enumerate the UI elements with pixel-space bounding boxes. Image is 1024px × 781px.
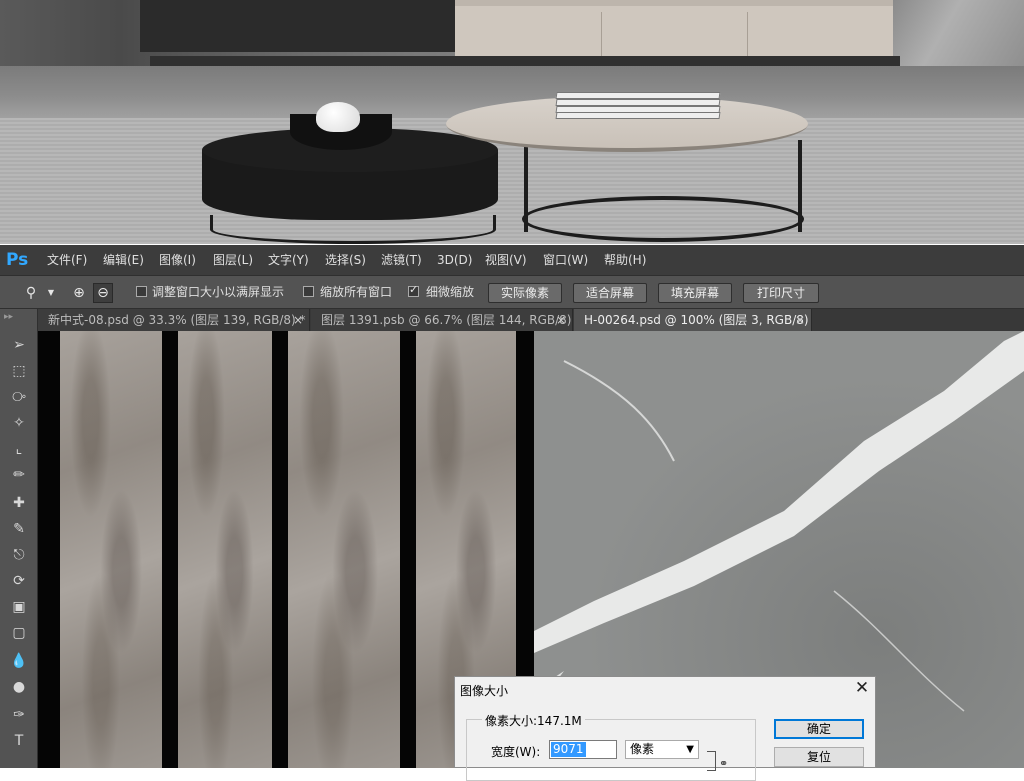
- close-icon[interactable]: ×: [556, 309, 566, 331]
- menu-layer[interactable]: 图层(L): [213, 245, 253, 275]
- marble-wall-panel: [893, 0, 1024, 66]
- menu-window[interactable]: 窗口(W): [543, 245, 588, 275]
- options-bar: ⚲ ▼ ⊕ ⊖ 调整窗口大小以满屏显示 缩放所有窗口 细微缩放 实际像素 适合屏…: [0, 275, 1024, 309]
- scrubby-zoom-label: 细微缩放: [426, 285, 475, 299]
- zoom-all-windows-label: 缩放所有窗口: [320, 285, 393, 299]
- pixel-size-label: 像素大小:147.1M: [482, 712, 585, 729]
- link-icon: ⚭: [719, 757, 729, 770]
- width-unit-select[interactable]: 像素 ▼: [625, 740, 699, 759]
- wood-table-base-ring: [522, 196, 804, 242]
- zoom-in-icon[interactable]: ⊕: [70, 284, 88, 302]
- menu-bar: Ps 文件(F) 编辑(E) 图像(I) 图层(L) 文字(Y) 选择(S) 滤…: [0, 245, 1024, 275]
- marble-strip: [288, 331, 400, 768]
- tab-document-2[interactable]: 图层 1391.psb @ 66.7% (图层 144, RGB/8) ×: [311, 309, 573, 331]
- pen-icon[interactable]: ✑: [9, 705, 29, 725]
- history-brush-icon[interactable]: ⟳: [9, 571, 29, 591]
- menu-3d[interactable]: 3D(D): [437, 245, 472, 275]
- menu-image[interactable]: 图像(I): [159, 245, 196, 275]
- menu-select[interactable]: 选择(S): [325, 245, 366, 275]
- close-icon[interactable]: ×: [293, 309, 303, 331]
- close-icon[interactable]: ✕: [852, 678, 872, 698]
- dark-coffee-table-leg: [210, 215, 496, 244]
- tab-label: 图层 1391.psb @ 66.7% (图层 144, RGB/8): [321, 313, 572, 327]
- image-size-dialog: 图像大小 ✕ 像素大小:147.1M 宽度(W): 9071 像素 ▼ ⚭ 确定…: [454, 676, 876, 781]
- fit-screen-button[interactable]: 适合屏幕: [573, 283, 647, 303]
- menu-file[interactable]: 文件(F): [47, 245, 87, 275]
- menu-filter[interactable]: 滤镜(T): [381, 245, 422, 275]
- crop-icon[interactable]: ⌞: [9, 439, 29, 459]
- menu-help[interactable]: 帮助(H): [604, 245, 646, 275]
- dodge-icon[interactable]: ●: [9, 677, 29, 697]
- fill-screen-button[interactable]: 填充屏幕: [658, 283, 732, 303]
- black-divider: [400, 331, 416, 768]
- move-icon[interactable]: ➢: [9, 335, 29, 355]
- chevron-down-icon[interactable]: ▼: [42, 284, 60, 302]
- zoom-all-windows-checkbox[interactable]: [303, 286, 314, 297]
- wood-table-leg: [524, 140, 528, 232]
- width-label: 宽度(W):: [491, 745, 541, 759]
- marble-strip: [60, 331, 162, 768]
- width-unit-value: 像素: [630, 742, 655, 756]
- dialog-title: 图像大小: [460, 684, 509, 698]
- document-tabs: 新中式-08.psd @ 33.3% (图层 139, RGB/8) * × 图…: [38, 309, 1024, 331]
- wood-tv-cabinet: [455, 0, 893, 56]
- tab-label: 新中式-08.psd @ 33.3% (图层 139, RGB/8) *: [48, 313, 306, 327]
- tab-document-3[interactable]: H-00264.psd @ 100% (图层 3, RGB/8) ×: [574, 309, 812, 331]
- type-icon[interactable]: T: [9, 731, 29, 751]
- lasso-icon[interactable]: ⧂: [9, 387, 29, 407]
- width-value: 9071: [551, 742, 586, 757]
- panel-grip[interactable]: ▸▸: [4, 312, 13, 322]
- ok-button[interactable]: 确定: [774, 719, 864, 739]
- black-divider: [162, 331, 178, 768]
- magnifier-icon[interactable]: ⚲: [22, 284, 40, 302]
- tools-panel: ▸▸ ➢ ⬚ ⧂ ✧ ⌞ ✏ ✚ ✎ ⎋ ⟳ ▣ ▢ 💧 ● ✑ T: [0, 309, 38, 768]
- brush-icon[interactable]: ✎: [9, 519, 29, 539]
- print-size-button[interactable]: 打印尺寸: [743, 283, 819, 303]
- tab-label: H-00264.psd @ 100% (图层 3, RGB/8): [584, 313, 809, 327]
- close-icon[interactable]: ×: [795, 309, 805, 331]
- constrain-bracket: [707, 751, 716, 771]
- eraser-icon[interactable]: ▣: [9, 597, 29, 617]
- chevron-down-icon: ▼: [686, 744, 694, 755]
- resize-windows-label: 调整窗口大小以满屏显示: [152, 285, 285, 299]
- decor-ball: [316, 102, 360, 132]
- marble-strip: [178, 331, 272, 768]
- magazine-stack: [555, 92, 721, 120]
- interior-photo: [0, 0, 1024, 244]
- magic-wand-icon[interactable]: ✧: [9, 413, 29, 433]
- menu-view[interactable]: 视图(V): [485, 245, 527, 275]
- scrubby-zoom-checkbox[interactable]: [408, 283, 419, 297]
- resize-windows-checkbox[interactable]: [136, 286, 147, 297]
- black-divider: [272, 331, 288, 768]
- menu-edit[interactable]: 编辑(E): [103, 245, 144, 275]
- reset-button[interactable]: 复位: [774, 747, 864, 767]
- tab-document-1[interactable]: 新中式-08.psd @ 33.3% (图层 139, RGB/8) * ×: [38, 309, 310, 331]
- dark-tv-cabinet: [140, 0, 460, 52]
- black-divider: [38, 331, 60, 768]
- width-field[interactable]: 9071: [549, 740, 617, 759]
- zoom-out-icon[interactable]: ⊖: [94, 284, 112, 302]
- marquee-icon[interactable]: ⬚: [9, 361, 29, 381]
- actual-pixels-button[interactable]: 实际像素: [488, 283, 562, 303]
- ps-logo: Ps: [6, 250, 29, 270]
- menu-type[interactable]: 文字(Y): [268, 245, 309, 275]
- healing-brush-icon[interactable]: ✚: [9, 493, 29, 513]
- gradient-icon[interactable]: ▢: [9, 623, 29, 643]
- clone-stamp-icon[interactable]: ⎋: [9, 545, 29, 565]
- eyedropper-icon[interactable]: ✏: [9, 465, 29, 485]
- wood-table-leg: [798, 140, 802, 232]
- blur-icon[interactable]: 💧: [9, 651, 29, 671]
